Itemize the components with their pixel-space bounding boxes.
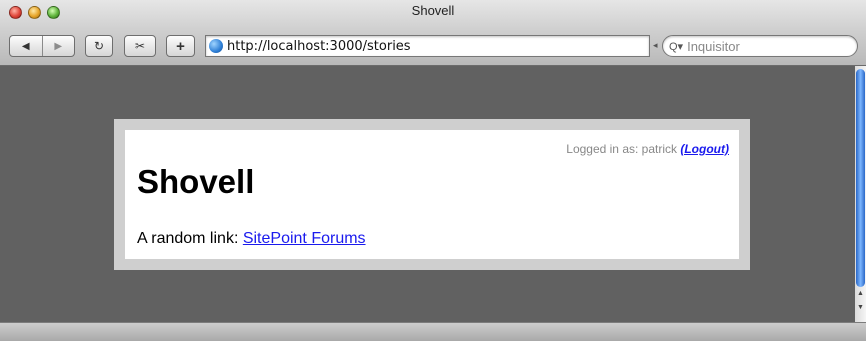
random-link[interactable]: SitePoint Forums [243,230,366,247]
search-field[interactable]: Q▾ Inquisitor [662,35,858,57]
address-resize-icon[interactable]: ◂ [653,40,658,51]
content-card: Logged in as: patrick (Logout) Shovell A… [125,130,739,259]
address-text[interactable]: http://localhost:3000/stories [227,39,411,54]
scrollbar-thumb[interactable] [856,69,865,287]
address-bar[interactable]: http://localhost:3000/stories [205,35,650,57]
back-forward-buttons: ◀ ▶ [9,35,75,57]
plus-icon: + [176,37,185,55]
status-bar [0,322,866,341]
forward-arrow-icon[interactable]: ▶ [41,36,75,56]
snapback-button[interactable]: ✂ [124,35,156,57]
logout-link[interactable]: (Logout) [680,142,729,156]
reload-button[interactable]: ↻ [85,35,113,57]
search-icon[interactable]: Q▾ [669,40,683,53]
snapback-icon: ✂ [134,39,146,53]
page-heading: Shovell [137,163,255,200]
random-link-line: A random link: SitePoint Forums [137,230,366,248]
search-placeholder: Inquisitor [687,38,740,54]
titlebar: Shovell ◀ ▶ ↻ ✂ + http://localhost:3000/… [0,0,866,66]
logged-in-text: Logged in as: patrick [566,142,678,156]
vertical-scrollbar[interactable]: ▲ ▼ [855,66,866,322]
add-bookmark-button[interactable]: + [166,35,195,57]
random-link-prefix: A random link: [137,230,243,247]
login-status: Logged in as: patrick (Logout) [566,142,729,156]
scroll-up-icon[interactable]: ▲ [855,290,866,297]
back-arrow-icon[interactable]: ◀ [10,36,42,56]
browser-window: Shovell ◀ ▶ ↻ ✂ + http://localhost:3000/… [0,0,866,341]
globe-icon [209,39,223,53]
reload-icon: ↻ [93,39,105,53]
window-title: Shovell [411,3,455,18]
scroll-down-icon[interactable]: ▼ [855,304,866,311]
